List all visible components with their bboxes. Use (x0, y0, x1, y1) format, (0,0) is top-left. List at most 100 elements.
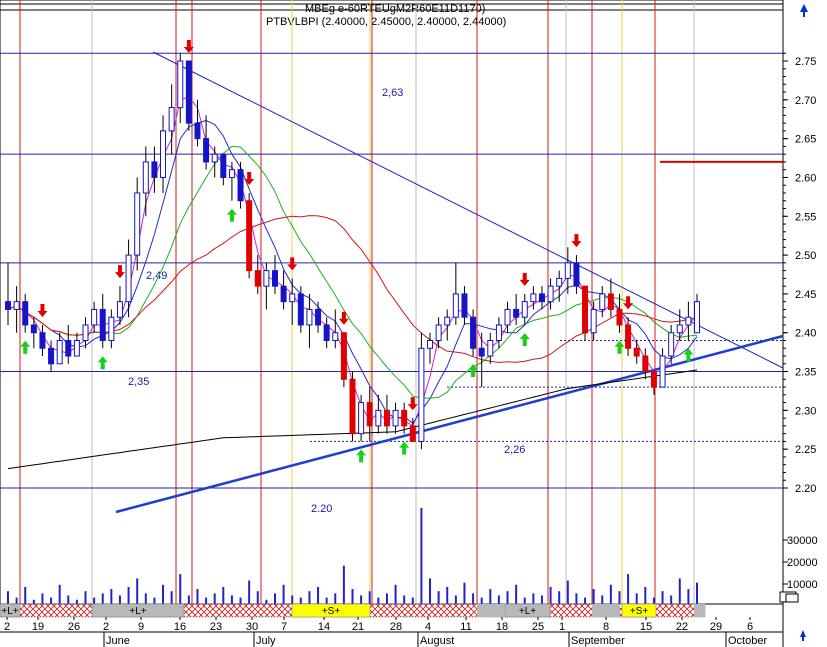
candle[interactable] (694, 301, 700, 334)
volume-tick-label: 30000 (787, 535, 818, 547)
stock-chart[interactable]: MBEg e-60RTEUgM2R60E11D1170) PTBVLBPI (2… (0, 0, 827, 647)
candle[interactable] (478, 347, 485, 357)
candle[interactable] (116, 301, 123, 318)
candle[interactable] (297, 293, 304, 326)
candle[interactable] (642, 355, 649, 373)
candle[interactable] (134, 192, 141, 256)
candle[interactable] (177, 60, 184, 109)
candle[interactable] (668, 332, 675, 357)
candle[interactable] (289, 293, 296, 303)
candle[interactable] (56, 339, 63, 365)
sell-arrow-icon (37, 303, 48, 317)
candle[interactable] (504, 308, 511, 326)
candle[interactable] (99, 308, 106, 341)
candle[interactable] (538, 293, 545, 303)
sell-arrow-icon (244, 171, 255, 185)
candle[interactable] (409, 425, 416, 442)
candle[interactable] (108, 316, 115, 341)
candle[interactable] (151, 161, 158, 178)
candle[interactable] (203, 138, 210, 163)
candle[interactable] (366, 402, 373, 427)
candle[interactable] (573, 262, 580, 287)
price-tick-label: 2.40 (795, 328, 816, 340)
candle[interactable] (590, 308, 597, 334)
candle[interactable] (228, 169, 235, 178)
candle[interactable] (65, 339, 72, 357)
candle[interactable] (48, 347, 55, 365)
day-tick-label: 1 (559, 621, 565, 633)
candle[interactable] (556, 277, 563, 287)
candle[interactable] (39, 332, 46, 349)
candle[interactable] (254, 270, 261, 287)
candle[interactable] (375, 409, 382, 427)
candle[interactable] (82, 324, 89, 341)
candle[interactable] (676, 324, 683, 334)
candle[interactable] (22, 301, 29, 326)
price-tick-label: 2.75 (795, 56, 816, 68)
candle[interactable] (530, 293, 537, 303)
candle[interactable] (194, 122, 201, 140)
candle[interactable] (315, 308, 322, 326)
candle[interactable] (237, 169, 244, 202)
candle[interactable] (470, 316, 477, 349)
day-tick-label: 14 (318, 621, 330, 633)
candle[interactable] (452, 293, 459, 318)
price-tick-label: 2.50 (795, 250, 816, 262)
candle[interactable] (271, 270, 278, 287)
candle[interactable] (306, 308, 313, 326)
candle[interactable] (280, 285, 287, 303)
sell-arrow-icon (519, 272, 530, 286)
day-tick-label: 22 (676, 621, 688, 633)
candle[interactable] (427, 339, 434, 349)
candle[interactable] (349, 378, 356, 435)
level-label: 2,35 (128, 376, 149, 388)
candle[interactable] (142, 161, 149, 194)
candle[interactable] (30, 324, 37, 334)
candle[interactable] (220, 153, 227, 178)
signal-strip: +L+ +L+ +S+ +L+ +S+ (0, 603, 706, 618)
candle[interactable] (444, 316, 451, 326)
candle[interactable] (383, 409, 390, 427)
candle[interactable] (160, 130, 167, 178)
candle[interactable] (211, 153, 218, 163)
candle[interactable] (435, 324, 442, 341)
candle[interactable] (564, 262, 571, 279)
candle[interactable] (246, 200, 253, 272)
candle[interactable] (487, 339, 494, 357)
candle[interactable] (323, 324, 330, 341)
candle[interactable] (73, 339, 80, 357)
candle[interactable] (685, 316, 692, 326)
strip-segment (694, 604, 705, 617)
scroll-up-arrow-icon[interactable] (800, 630, 806, 641)
buy-arrow-icon (614, 340, 625, 354)
day-tick-label: 21 (352, 621, 364, 633)
candle[interactable] (607, 293, 614, 310)
candle[interactable] (168, 107, 175, 132)
candle[interactable] (125, 254, 132, 303)
candle[interactable] (332, 332, 339, 341)
candle[interactable] (650, 371, 657, 388)
candle[interactable] (358, 402, 365, 435)
candle[interactable] (185, 60, 192, 124)
candle[interactable] (91, 308, 98, 326)
candle[interactable] (521, 301, 528, 318)
candle[interactable] (513, 308, 520, 318)
candle[interactable] (625, 324, 632, 349)
candle[interactable] (5, 301, 11, 310)
candle[interactable] (13, 301, 20, 310)
candle[interactable] (633, 347, 640, 357)
candle[interactable] (392, 409, 399, 427)
candle[interactable] (418, 347, 425, 442)
candle[interactable] (401, 409, 408, 427)
candle[interactable] (582, 285, 589, 334)
scroll-up-arrow-icon-top[interactable] (800, 4, 808, 17)
candle[interactable] (616, 308, 623, 326)
candle[interactable] (461, 293, 468, 318)
candle[interactable] (599, 293, 606, 310)
candle[interactable] (340, 332, 347, 380)
price-tick-label: 2.45 (795, 289, 816, 301)
candle[interactable] (659, 355, 666, 388)
candle[interactable] (547, 285, 554, 303)
candle[interactable] (495, 324, 502, 341)
candle[interactable] (263, 270, 270, 287)
